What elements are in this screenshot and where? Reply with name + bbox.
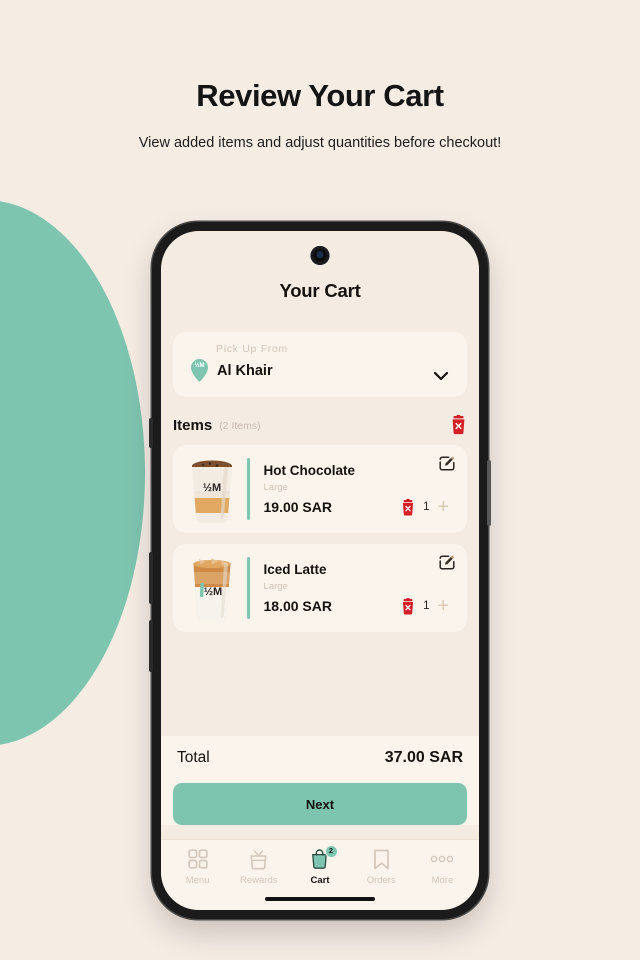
cart-badge-count: 2 [324, 845, 338, 858]
app-screen-title: Your Cart [279, 280, 361, 301]
cart-item-price: 19.00 SAR [263, 499, 332, 515]
cart-bag-icon: 2 [310, 845, 338, 870]
tab-orders[interactable]: Orders [351, 848, 412, 886]
page-title: Review Your Cart [196, 78, 444, 113]
clear-cart-trash-icon[interactable] [450, 415, 467, 435]
svg-text:½M: ½M [204, 586, 222, 598]
grid-icon [187, 848, 208, 870]
map-pin-icon: ½M [189, 358, 210, 383]
phone-left-button-1[interactable] [149, 418, 153, 448]
pickup-row: ½M Al Khair [189, 358, 451, 383]
cart-item-name: Hot Chocolate [263, 462, 356, 478]
tab-label: Rewards [240, 875, 278, 886]
items-count-label: (2 Items) [219, 419, 261, 432]
decorative-teal-blob [0, 200, 145, 746]
iced-latte-cup-image: ½M [183, 553, 241, 623]
promo-header: Review Your Cart View added items and ad… [0, 0, 640, 151]
tab-rewards[interactable]: Rewards [228, 848, 289, 886]
plus-icon[interactable]: + [437, 596, 449, 616]
plus-icon[interactable]: + [437, 497, 449, 517]
cart-item-row[interactable]: ½M Hot Chocolate Large 19.00 SAR 1 + [173, 445, 467, 533]
bottom-navigation-bar: Menu Rewards 2 Cart Orders More [161, 839, 479, 888]
page-subtitle: View added items and adjust quantities b… [138, 135, 502, 151]
item-accent-bar [247, 557, 250, 619]
total-value: 37.00 SAR [384, 749, 463, 766]
tab-label: Cart [310, 875, 330, 886]
tab-label: Orders [366, 875, 396, 886]
tab-cart[interactable]: 2 Cart [289, 845, 350, 886]
next-button[interactable]: Next [173, 783, 467, 825]
home-indicator-bar[interactable] [265, 897, 375, 901]
phone-power-button[interactable] [487, 460, 491, 526]
item-accent-bar [247, 458, 250, 520]
pin-logo-text: ½M [194, 363, 205, 369]
edit-item-pencil-icon[interactable] [439, 455, 455, 471]
gift-bag-icon [248, 848, 269, 870]
quantity-stepper: 1 + [401, 596, 457, 616]
items-section-title: Items [173, 417, 213, 434]
phone-volume-up-button[interactable] [149, 552, 153, 604]
item-quantity-value: 1 [423, 501, 430, 513]
item-quantity-value: 1 [423, 600, 430, 612]
tab-more[interactable]: More [412, 848, 473, 886]
home-indicator-area [161, 888, 479, 910]
remove-item-trash-icon[interactable] [401, 498, 415, 516]
tab-label: Menu [185, 875, 210, 886]
items-section-header: Items (2 Items) [173, 415, 467, 435]
tab-menu[interactable]: Menu [167, 848, 228, 886]
ellipsis-icon [430, 848, 454, 870]
cart-item-row[interactable]: ½M Iced Latte Large 18.00 SAR 1 + [173, 544, 467, 632]
quantity-stepper: 1 + [401, 497, 457, 517]
cart-item-price: 18.00 SAR [263, 598, 332, 614]
phone-volume-down-button[interactable] [149, 620, 153, 672]
cart-item-name: Iced Latte [263, 561, 327, 577]
remove-item-trash-icon[interactable] [401, 597, 415, 615]
cart-item-details: Hot Chocolate Large 19.00 SAR 1 + [263, 462, 458, 518]
order-total-row: Total 37.00 SAR [173, 749, 467, 767]
bookmark-icon [373, 848, 390, 870]
pickup-branch-name: Al Khair [217, 362, 273, 379]
svg-text:½M: ½M [203, 482, 221, 494]
pickup-label: Pick Up From [216, 343, 288, 355]
chevron-down-icon[interactable] [433, 368, 449, 381]
phone-screen: Your Cart Pick Up From ½M Al Khair Items… [161, 231, 479, 910]
hot-chocolate-cup-image: ½M [183, 454, 241, 524]
cart-item-price-and-qty: 18.00 SAR 1 + [263, 596, 458, 616]
front-camera-icon [310, 246, 330, 265]
cart-footer: Total 37.00 SAR Next [161, 736, 479, 825]
cart-item-price-and-qty: 19.00 SAR 1 + [263, 497, 458, 517]
pickup-location-selector[interactable]: Pick Up From ½M Al Khair [173, 332, 467, 397]
cart-item-size: Large [263, 481, 288, 493]
cart-item-size: Large [263, 580, 288, 592]
phone-mockup-frame: Your Cart Pick Up From ½M Al Khair Items… [149, 222, 491, 919]
tab-label: More [431, 875, 454, 886]
cart-item-details: Iced Latte Large 18.00 SAR 1 + [263, 561, 458, 617]
edit-item-pencil-icon[interactable] [439, 554, 455, 570]
total-label: Total [177, 749, 210, 766]
